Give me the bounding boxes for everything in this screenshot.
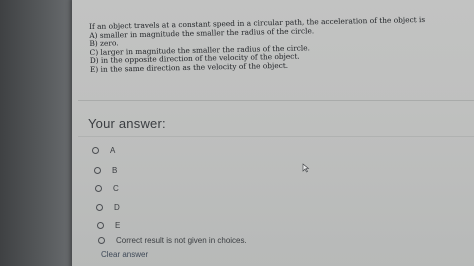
section-divider: [78, 100, 474, 101]
option-b[interactable]: B: [94, 166, 117, 175]
option-label[interactable]: B: [112, 166, 117, 175]
your-answer-heading: Your answer:: [88, 116, 166, 131]
option-label[interactable]: D: [114, 203, 120, 212]
radio-circle-icon[interactable]: [97, 222, 104, 229]
clear-answer-link[interactable]: Clear answer: [101, 250, 148, 259]
browser-viewport: If an object travels at a constant speed…: [0, 0, 474, 266]
answer-divider: [78, 136, 474, 137]
option-d[interactable]: D: [96, 203, 120, 212]
option-e[interactable]: E: [97, 221, 120, 230]
radio-circle-icon[interactable]: [98, 237, 105, 244]
option-not-given[interactable]: Correct result is not given in choices.: [98, 236, 247, 245]
radio-circle-icon[interactable]: [95, 185, 102, 192]
option-label[interactable]: E: [115, 221, 120, 230]
mouse-pointer-icon: [302, 163, 310, 173]
option-label[interactable]: A: [110, 146, 115, 155]
radio-circle-icon[interactable]: [96, 204, 103, 211]
option-c[interactable]: C: [95, 184, 119, 193]
radio-circle-icon[interactable]: [92, 147, 99, 154]
option-label[interactable]: Correct result is not given in choices.: [116, 236, 247, 245]
option-label[interactable]: C: [113, 184, 119, 193]
option-a[interactable]: A: [92, 146, 115, 155]
radio-circle-icon[interactable]: [94, 167, 101, 174]
question-text: If an object travels at a constant speed…: [89, 15, 425, 74]
